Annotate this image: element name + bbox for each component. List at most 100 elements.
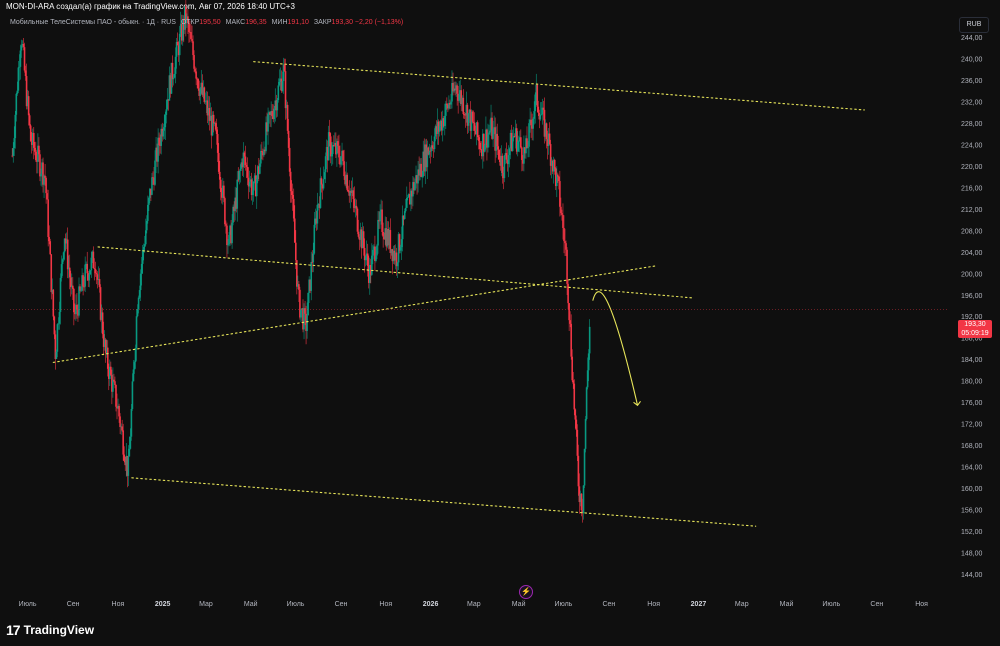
candle-body — [421, 176, 423, 178]
candle-body — [131, 381, 134, 409]
candle — [110, 361, 112, 376]
candle-body — [52, 289, 55, 317]
candle-body — [501, 155, 504, 174]
candle — [471, 110, 474, 124]
candle-body — [511, 137, 514, 152]
candle-body — [225, 224, 227, 226]
candle-body — [496, 133, 499, 147]
candle-body — [333, 145, 335, 146]
tradingview-brand-name: TradingView — [23, 623, 95, 637]
candle-body — [357, 231, 360, 237]
candle-body — [583, 448, 586, 486]
candle-body — [212, 114, 215, 124]
candle-body — [123, 454, 126, 461]
price-tick-label: 196,00 — [961, 293, 983, 300]
price-tick-label: 216,00 — [961, 185, 983, 192]
candle — [226, 222, 228, 258]
time-tick-label: Ноя — [915, 601, 928, 608]
candle-body — [113, 379, 115, 382]
candle — [66, 227, 69, 279]
price-tick-label: 168,00 — [961, 443, 983, 450]
candle-body — [276, 100, 279, 111]
candle-body — [136, 309, 139, 317]
candle-body — [46, 193, 48, 200]
time-tick-label: 2025 — [155, 601, 171, 608]
candle-body — [287, 130, 290, 148]
candle-body — [59, 277, 62, 312]
candle-body — [559, 181, 561, 207]
last-price-tag: 193,30 05:09:19 — [958, 320, 992, 338]
candle-body — [355, 205, 358, 209]
candle-body — [528, 123, 530, 147]
candle-body — [128, 448, 131, 457]
candle-body — [146, 220, 148, 231]
low-value: 191,10 — [287, 19, 309, 26]
candle-body — [401, 215, 404, 240]
price-tick-label: 244,00 — [961, 35, 983, 42]
candle-body — [255, 178, 258, 197]
open-label: ОТКР — [180, 19, 200, 26]
candle-body — [337, 141, 339, 146]
candle-body — [15, 93, 18, 115]
candle-body — [298, 284, 300, 290]
candle-body — [61, 259, 64, 265]
candle — [43, 174, 45, 199]
candle-body — [564, 241, 566, 244]
candle-body — [414, 182, 416, 191]
candle-body — [62, 252, 65, 260]
candle — [420, 157, 422, 178]
candle-body — [381, 209, 383, 232]
candle-body — [142, 246, 145, 250]
price-tick-label: 208,00 — [961, 228, 983, 235]
candle-body — [582, 485, 585, 514]
candle-body — [584, 419, 587, 449]
candle-body — [352, 190, 355, 200]
candle-body — [567, 283, 569, 304]
flash-icon[interactable]: ⚡ — [519, 585, 533, 599]
price-tick-label: 160,00 — [961, 486, 983, 493]
candle — [289, 168, 292, 203]
candle — [101, 307, 104, 339]
candle-body — [72, 285, 74, 289]
price-tick-label: 172,00 — [961, 422, 983, 429]
candle — [250, 172, 253, 201]
candle-body — [340, 156, 342, 165]
candle — [32, 127, 35, 160]
candle-body — [191, 38, 193, 42]
candle-body — [203, 87, 206, 103]
trendline-rising-support — [52, 265, 658, 363]
candle-body — [76, 304, 78, 310]
tradingview-logo[interactable]: 17 TradingView — [6, 622, 94, 638]
candle-body — [38, 145, 40, 155]
candle-body — [489, 130, 491, 133]
time-tick-label: Ноя — [112, 601, 125, 608]
candle-body — [259, 163, 261, 174]
low-label: МИН — [271, 19, 288, 26]
price-tick-label: 220,00 — [961, 164, 983, 171]
candle-body — [329, 136, 332, 157]
candle-body — [569, 320, 571, 324]
symbol-name[interactable]: Мобильные ТелеСистемы ПАО - обыкн. · 1Д … — [10, 19, 176, 26]
candle-body — [473, 122, 476, 131]
candle-body — [237, 179, 240, 181]
candle-body — [467, 113, 470, 126]
candle-body — [223, 185, 225, 199]
trendline-upper-channel — [253, 61, 865, 111]
candle — [50, 254, 53, 300]
price-tick-label: 148,00 — [961, 551, 983, 558]
candle-body — [174, 56, 177, 74]
time-tick-label: Ноя — [647, 601, 660, 608]
time-tick-label: Май — [780, 600, 794, 608]
price-chart[interactable]: 144,00 148,00 152,00 156,00 160,00 164,00 168,… — [0, 0, 1000, 646]
candle-body — [433, 136, 436, 150]
candle-body — [178, 33, 181, 56]
candle — [283, 58, 286, 72]
currency-button[interactable]: RUB — [959, 17, 989, 33]
candle-body — [516, 141, 519, 152]
candle-body — [95, 273, 98, 275]
candle — [374, 235, 376, 271]
candle-body — [505, 153, 508, 160]
candle — [23, 42, 26, 73]
candle — [316, 192, 319, 230]
candle-body — [16, 90, 19, 94]
